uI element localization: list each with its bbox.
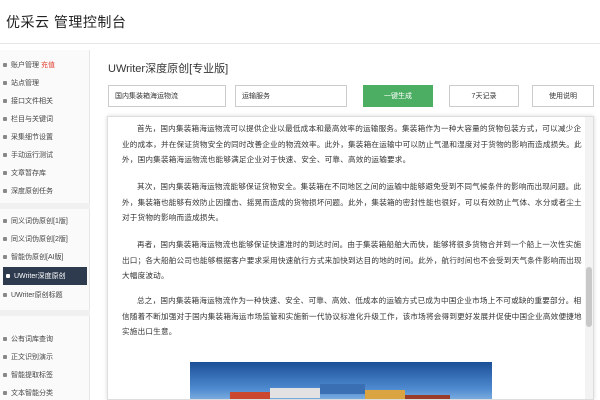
sidebar-item-label: UWriter深度原创 — [14, 273, 66, 280]
sidebar-item-interface-files[interactable]: 接口文件相关 — [0, 92, 90, 110]
article-paragraph: 总之，国内集装箱海运物流作为一种快速、安全、可靠、高效、低成本的运输方式已成为中… — [122, 296, 582, 336]
sidebar-item-label: 智能提取标签 — [11, 372, 53, 379]
sidebar-item-label: 文本智能分类 — [11, 390, 53, 397]
generate-button[interactable]: 一键生成 — [363, 85, 433, 107]
sidebar-item-label: 同义词伪原创[2版] — [11, 236, 68, 243]
label-icon — [3, 373, 7, 377]
sidebar-divider — [0, 203, 90, 209]
sidebar-item-label: 深度原创任务 — [11, 188, 53, 195]
sidebar-item-smart-tags[interactable]: 智能提取标签 — [0, 366, 90, 384]
sidebar-item-columns-keywords[interactable]: 栏目与关键词 — [0, 110, 90, 128]
text-icon — [3, 355, 7, 359]
sidebar-item-label: 采集细节设置 — [11, 134, 53, 141]
sidebar-item-uwriter-title[interactable]: UWriter原创标题 — [0, 286, 90, 304]
sidebar-item-article-storage[interactable]: 文章暂存库 — [0, 164, 90, 182]
user-icon — [3, 63, 7, 67]
sidebar-item-label: 站点管理 — [11, 80, 39, 87]
title-icon — [3, 293, 7, 297]
doc-icon — [3, 237, 7, 241]
search-icon — [3, 337, 7, 341]
category-icon — [3, 391, 7, 395]
sidebar-item-label: 正文识别演示 — [11, 354, 53, 361]
sidebar-item-deep-original-task[interactable]: 深度原创任务 — [0, 182, 90, 200]
container-ship-photo — [190, 362, 492, 399]
app-title: 优采云 管理控制台 — [6, 13, 127, 30]
sidebar-item-label: 接口文件相关 — [11, 98, 53, 105]
sidebar-item-manual-test[interactable]: 手动运行测试 — [0, 146, 90, 164]
sidebar-item-label: 同义词伪原创[1版] — [11, 218, 68, 225]
article-output[interactable]: 首先，国内集装箱海运物流可以提供企业以最低成本和最高效率的运输服务。集装箱作为一… — [107, 116, 594, 400]
file-icon — [3, 99, 7, 103]
sidebar-item-label: 智能伪原创[AI版] — [11, 254, 64, 261]
doc-icon — [3, 219, 7, 223]
sidebar-item-label: 文章暂存库 — [11, 170, 46, 177]
sidebar-item-account[interactable]: 账户管理 充值 — [0, 56, 90, 74]
recharge-link[interactable]: 充值 — [41, 60, 55, 70]
pen-icon — [6, 274, 10, 278]
sidebar-item-text-recognition[interactable]: 正文识别演示 — [0, 348, 90, 366]
site-icon — [3, 81, 7, 85]
play-icon — [3, 153, 7, 157]
sidebar-item-label: 账户管理 — [11, 62, 39, 69]
sidebar-item-label: UWriter原创标题 — [11, 292, 63, 299]
sidebar-item-synonym-v2[interactable]: 同义词伪原创[2版] — [0, 230, 90, 248]
sidebar-item-label: 公有词库查询 — [11, 336, 53, 343]
sidebar-item-label: 栏目与关键词 — [11, 116, 53, 123]
task-icon — [3, 189, 7, 193]
sidebar-item-synonym-v1[interactable]: 同义词伪原创[1版] — [0, 212, 90, 230]
settings-icon — [3, 135, 7, 139]
topic-input[interactable]: 国内集装箱海运物流 — [108, 85, 226, 107]
archive-icon — [3, 171, 7, 175]
sidebar-divider — [0, 310, 90, 316]
sidebar-item-smart-ai[interactable]: 智能伪原创[AI版] — [0, 248, 90, 266]
vertical-scrollbar[interactable] — [585, 117, 593, 399]
main-panel: UWriter深度原创[专业版] 国内集装箱海运物流 运输服务 一键生成 7天记… — [90, 44, 600, 400]
page-title: UWriter深度原创[专业版] — [108, 63, 229, 75]
help-button[interactable]: 使用说明 — [532, 85, 594, 107]
ai-icon — [3, 255, 7, 259]
keyword-input[interactable]: 运输服务 — [235, 85, 347, 107]
scrollbar-thumb[interactable] — [586, 267, 592, 327]
sidebar: 账户管理 充值 站点管理 接口文件相关 栏目与关键词 采集细节设置 手动运行测试… — [0, 50, 90, 400]
sidebar-item-label: 手动运行测试 — [11, 152, 53, 159]
sidebar-item-text-classification[interactable]: 文本智能分类 — [0, 384, 90, 400]
sidebar-item-collect-settings[interactable]: 采集细节设置 — [0, 128, 90, 146]
tag-icon — [3, 117, 7, 121]
sidebar-item-uwriter-deep[interactable]: UWriter深度原创 — [3, 267, 87, 285]
sidebar-item-sites[interactable]: 站点管理 — [0, 74, 90, 92]
article-paragraph: 其次，国内集装箱海运物流能够保证货物安全。集装箱在不同地区之间的运输中能够避免受… — [122, 182, 582, 222]
article-paragraph: 再者，国内集装箱海运物流也能够保证快速准时的到达时间。由于集装箱船舶大而快，能够… — [122, 240, 582, 280]
top-bar: 优采云 管理控制台 — [0, 0, 600, 44]
article-paragraph: 首先，国内集装箱海运物流可以提供企业以最低成本和最高效率的运输服务。集装箱作为一… — [122, 124, 582, 164]
sidebar-item-public-thesaurus[interactable]: 公有词库查询 — [0, 330, 90, 348]
history-button[interactable]: 7天记录 — [449, 85, 519, 107]
